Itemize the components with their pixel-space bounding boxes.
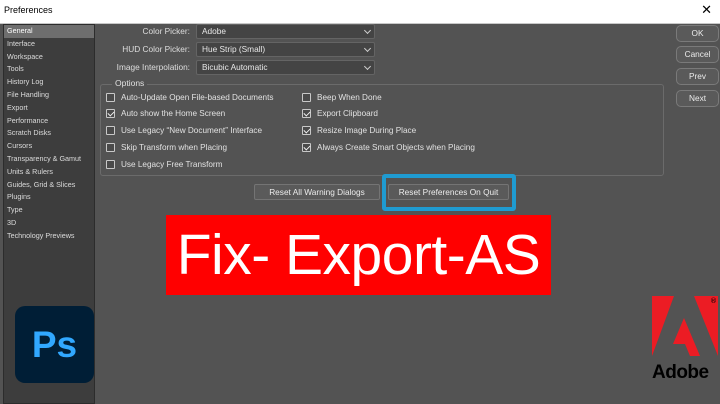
color-picker-select[interactable]: Adobe (196, 24, 375, 39)
ok-button[interactable]: OK (676, 25, 719, 42)
checkbox-beep-when-done[interactable]: Beep When Done (302, 92, 382, 104)
hud-color-picker-label: HUD Color Picker: (122, 44, 190, 54)
prev-button[interactable]: Prev (676, 68, 719, 85)
checkbox-label: Beep When Done (317, 93, 382, 102)
sidebar-item-tools[interactable]: Tools (4, 63, 94, 76)
checkbox-legacy-new-document[interactable]: Use Legacy “New Document” Interface (106, 125, 262, 137)
checkbox-label: Export Clipboard (317, 109, 378, 118)
checkbox-checked-icon (106, 109, 115, 118)
sidebar-item-3d[interactable]: 3D (4, 217, 94, 230)
banner-text: Fix- Export-AS (176, 223, 541, 287)
sidebar-item-scratch-disks[interactable]: Scratch Disks (4, 127, 94, 140)
checkbox-legacy-free-transform[interactable]: Use Legacy Free Transform (106, 159, 222, 171)
color-picker-value: Adobe (202, 26, 226, 36)
adobe-logo-text: Adobe (652, 362, 709, 383)
sidebar-item-technology-previews[interactable]: Technology Previews (4, 230, 94, 243)
hud-color-picker-select[interactable]: Hue Strip (Small) (196, 42, 375, 57)
color-picker-label: Color Picker: (142, 26, 191, 36)
image-interpolation-select[interactable]: Bicubic Automatic (196, 60, 375, 75)
image-interpolation-row: Image Interpolation: (100, 60, 190, 74)
checkbox-icon (106, 93, 115, 102)
chevron-down-icon (363, 26, 372, 35)
image-interpolation-label: Image Interpolation: (116, 62, 190, 72)
sidebar-item-workspace[interactable]: Workspace (4, 51, 94, 64)
checkbox-skip-transform-placing[interactable]: Skip Transform when Placing (106, 142, 227, 154)
next-button[interactable]: Next (676, 90, 719, 107)
title-bar: Preferences ✕ (0, 0, 720, 24)
sidebar-item-interface[interactable]: Interface (4, 38, 94, 51)
checkbox-export-clipboard[interactable]: Export Clipboard (302, 108, 378, 120)
checkbox-checked-icon (302, 109, 311, 118)
chevron-down-icon (363, 44, 372, 53)
sidebar-item-general[interactable]: General (4, 25, 94, 38)
color-picker-row: Color Picker: (100, 24, 191, 38)
checkbox-label: Resize Image During Place (317, 126, 417, 135)
sidebar-item-performance[interactable]: Performance (4, 115, 94, 128)
sidebar-item-transparency-gamut[interactable]: Transparency & Gamut (4, 153, 94, 166)
photoshop-logo-text: Ps (31, 324, 78, 365)
title-banner: Fix- Export-AS (166, 215, 551, 295)
checkbox-label: Use Legacy Free Transform (121, 160, 223, 169)
checkbox-label: Auto show the Home Screen (121, 109, 226, 118)
checkbox-resize-image-place[interactable]: Resize Image During Place (302, 125, 416, 137)
hud-color-picker-row: HUD Color Picker: (100, 42, 190, 56)
sidebar-item-export[interactable]: Export (4, 102, 94, 115)
sidebar-item-guides-grid-slices[interactable]: Guides, Grid & Slices (4, 179, 94, 192)
checkbox-smart-objects-placing[interactable]: Always Create Smart Objects when Placing (302, 142, 475, 154)
checkbox-icon (106, 143, 115, 152)
hud-color-picker-value: Hue Strip (Small) (202, 44, 266, 54)
sidebar-item-cursors[interactable]: Cursors (4, 140, 94, 153)
sidebar-item-type[interactable]: Type (4, 204, 94, 217)
sidebar-item-plugins[interactable]: Plugins (4, 191, 94, 204)
checkbox-icon (302, 93, 311, 102)
sidebar-item-units-rulers[interactable]: Units & Rulers (4, 166, 94, 179)
sidebar-item-history-log[interactable]: History Log (4, 76, 94, 89)
checkbox-auto-show-home-screen[interactable]: Auto show the Home Screen (106, 108, 225, 120)
checkbox-auto-update-documents[interactable]: Auto-Update Open File-based Documents (106, 92, 273, 104)
sidebar-item-file-handling[interactable]: File Handling (4, 89, 94, 102)
options-title: Options (112, 78, 148, 88)
window-title: Preferences (4, 5, 53, 15)
close-icon[interactable]: ✕ (701, 3, 712, 18)
reset-warning-dialogs-button[interactable]: Reset All Warning Dialogs (254, 184, 380, 200)
checkbox-icon (106, 160, 115, 169)
checkbox-label: Always Create Smart Objects when Placing (317, 143, 475, 152)
chevron-down-icon (363, 62, 372, 71)
checkbox-checked-icon (302, 126, 311, 135)
image-interpolation-value: Bicubic Automatic (202, 62, 268, 72)
checkbox-label: Auto-Update Open File-based Documents (121, 93, 274, 102)
svg-text:®: ® (710, 297, 717, 305)
checkbox-icon (106, 126, 115, 135)
checkbox-label: Use Legacy “New Document” Interface (121, 126, 263, 135)
highlight-frame (382, 174, 516, 211)
photoshop-logo-icon: Ps (15, 306, 94, 383)
cancel-button[interactable]: Cancel (676, 46, 719, 63)
checkbox-checked-icon (302, 143, 311, 152)
checkbox-label: Skip Transform when Placing (121, 143, 228, 152)
